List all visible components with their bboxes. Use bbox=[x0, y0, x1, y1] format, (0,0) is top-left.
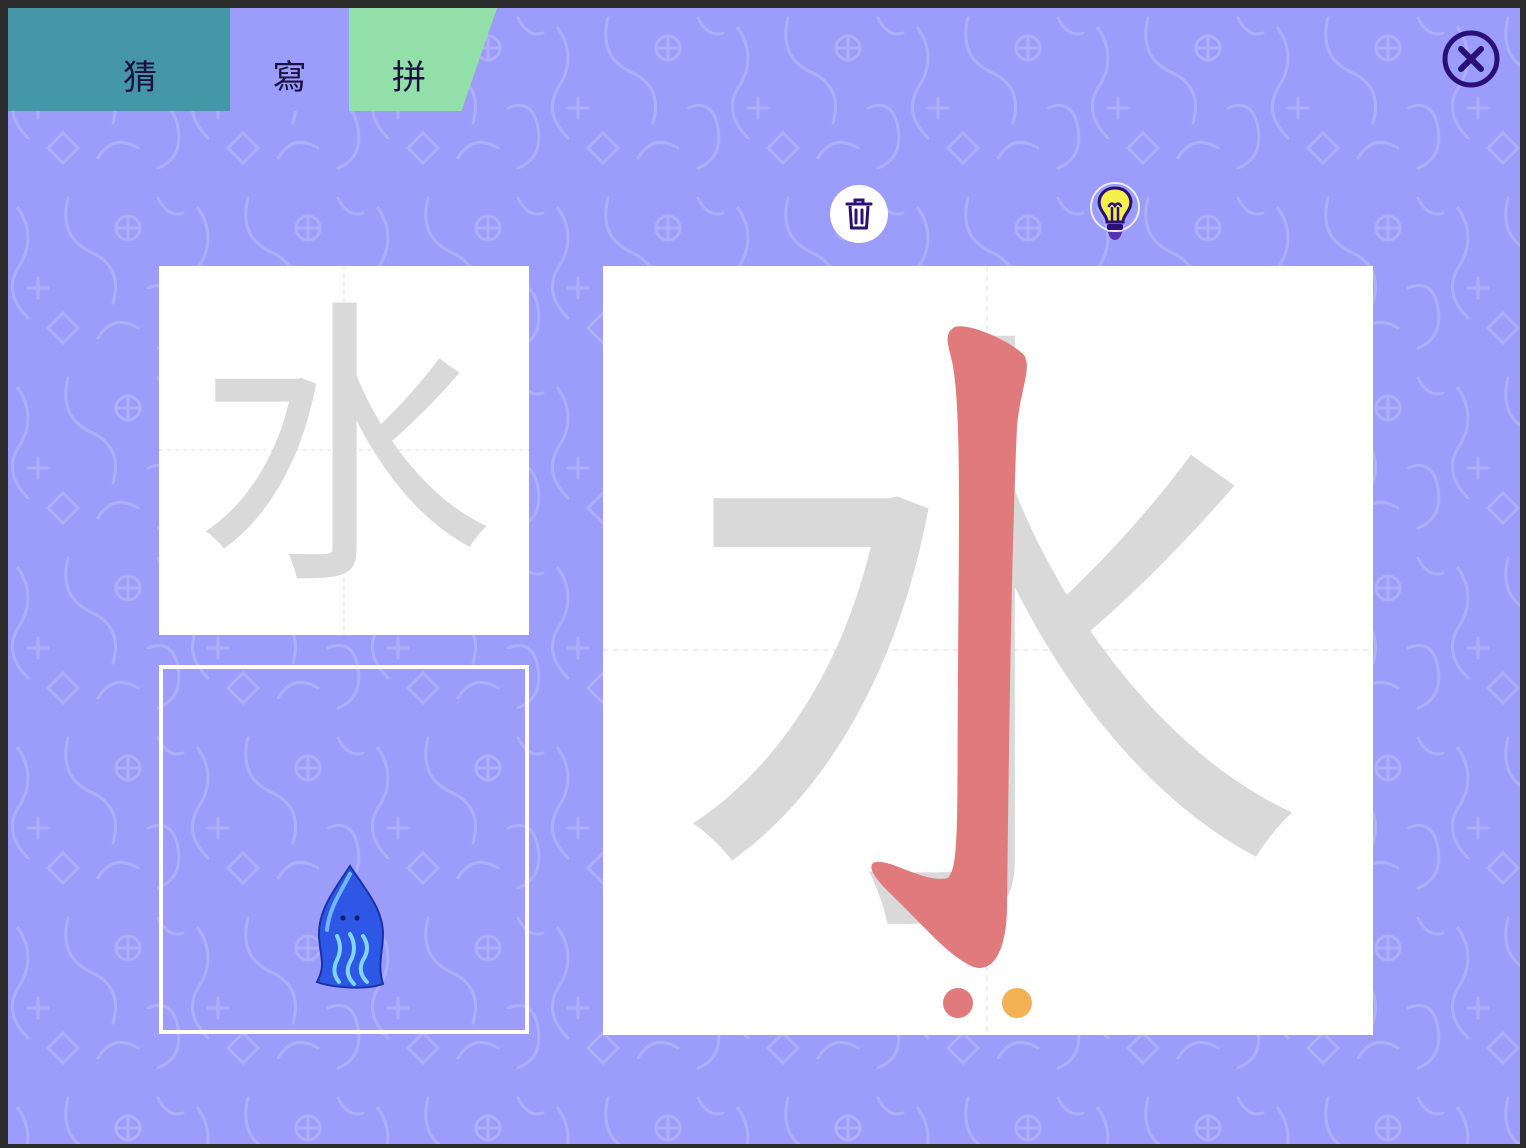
close-icon bbox=[1442, 30, 1500, 88]
tab-write-label: 寫 bbox=[272, 58, 307, 98]
tab-guess[interactable]: 猜 bbox=[8, 8, 230, 111]
character-preview: 水 bbox=[159, 266, 529, 635]
writing-canvas[interactable]: 水 bbox=[603, 266, 1373, 1035]
clear-button[interactable] bbox=[830, 185, 888, 243]
hint-button[interactable] bbox=[1088, 180, 1142, 250]
app-stage: 猜 寫 拼 水 水 bbox=[8, 8, 1520, 1144]
tab-write[interactable]: 寫 bbox=[230, 8, 349, 111]
water-creature-icon bbox=[315, 864, 385, 989]
tab-guess-label: 猜 bbox=[123, 58, 157, 98]
completed-stroke bbox=[871, 326, 1027, 968]
lightbulb-icon bbox=[1090, 182, 1140, 240]
trash-icon bbox=[845, 198, 873, 230]
reward-panel bbox=[159, 665, 529, 1034]
written-strokes bbox=[871, 326, 1027, 968]
preview-glyph: 水 bbox=[194, 275, 494, 625]
close-button[interactable] bbox=[1442, 30, 1500, 88]
stroke-progress-dot-1 bbox=[943, 988, 973, 1018]
stroke-progress-dot-2 bbox=[1002, 988, 1032, 1018]
tab-spell-label: 拼 bbox=[392, 58, 426, 98]
